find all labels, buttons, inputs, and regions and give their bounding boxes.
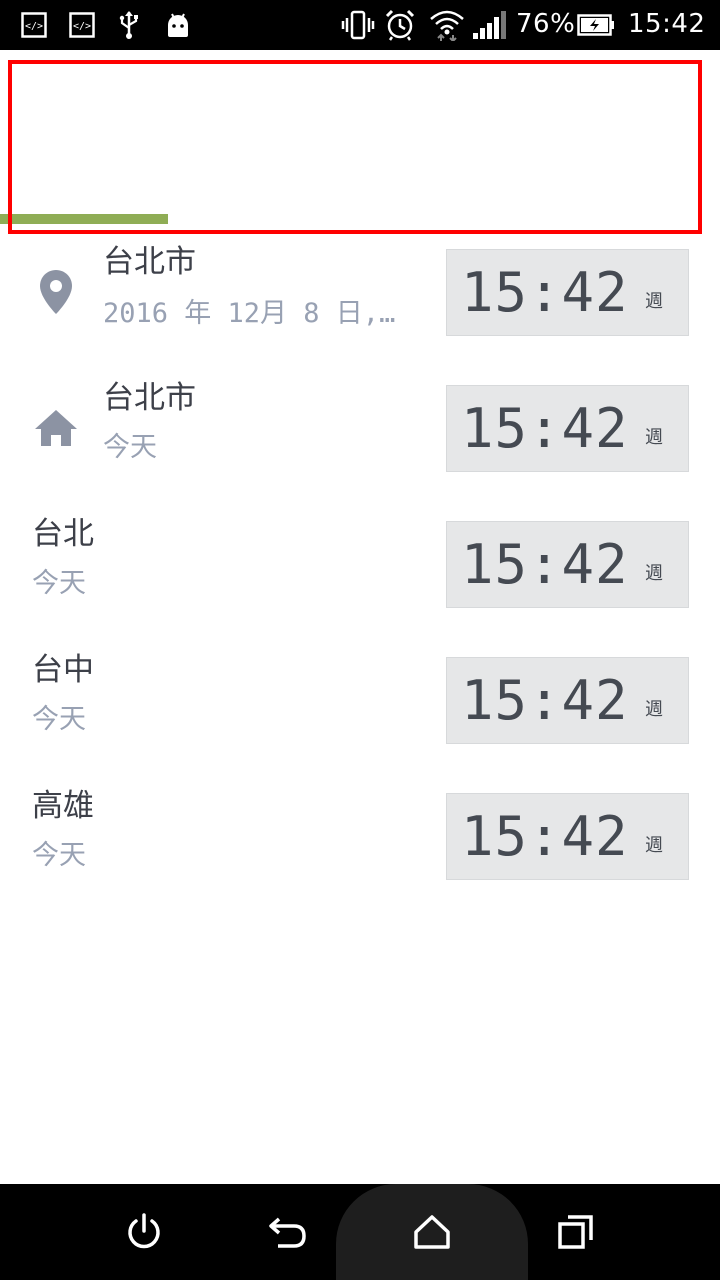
android-icon — [164, 9, 192, 41]
weekday-label: 週 — [645, 835, 663, 856]
list-item[interactable]: 台中 今天 15:42 週 — [0, 644, 720, 752]
usb-icon — [116, 9, 142, 41]
list-item[interactable]: 台北市 2016 年 12月 8 日,… 15:42 週 — [0, 236, 720, 344]
date-label: 今天 — [32, 840, 86, 871]
city-name: 台中 — [32, 652, 94, 688]
time-display: 15:42 週 — [446, 385, 689, 472]
date-label: 今天 — [32, 568, 86, 599]
power-icon[interactable] — [120, 1208, 168, 1256]
list-item[interactable]: 台北 今天 15:42 週 — [0, 508, 720, 616]
time-value: 15:42 — [461, 669, 629, 732]
location-pin-icon — [32, 268, 80, 316]
navigation-bar — [0, 1184, 720, 1280]
status-bar: </> </> 76% 15:42 — [0, 0, 720, 50]
weekday-label: 週 — [645, 427, 663, 448]
date-label: 今天 — [32, 704, 86, 735]
time-value: 15:42 — [461, 397, 629, 460]
weekday-label: 週 — [645, 699, 663, 720]
time-value: 15:42 — [461, 805, 629, 868]
city-name: 台北市 — [103, 380, 196, 416]
highlight-region — [8, 60, 702, 234]
signal-icon — [472, 9, 506, 41]
wifi-icon — [428, 9, 466, 41]
time-value: 15:42 — [461, 261, 629, 324]
time-display: 15:42 週 — [446, 793, 689, 880]
back-icon[interactable] — [264, 1208, 312, 1256]
svg-text:</>: </> — [73, 21, 91, 32]
battery-charging-icon — [576, 9, 616, 41]
date-label: 2016 年 12月 8 日,… — [103, 298, 396, 329]
city-name: 台北 — [32, 516, 94, 552]
list-item[interactable]: 台北市 今天 15:42 週 — [0, 372, 720, 480]
code-icon: </> — [68, 9, 96, 41]
date-label: 今天 — [103, 432, 157, 463]
home-icon — [32, 404, 80, 452]
home-icon[interactable] — [408, 1208, 456, 1256]
weekday-label: 週 — [645, 563, 663, 584]
time-display: 15:42 週 — [446, 657, 689, 744]
city-name: 台北市 — [103, 244, 196, 280]
time-display: 15:42 週 — [446, 249, 689, 336]
code-icon: </> — [20, 9, 48, 41]
clock: 15:42 — [628, 9, 706, 39]
time-display: 15:42 週 — [446, 521, 689, 608]
vibrate-icon — [340, 9, 376, 41]
city-name: 高雄 — [32, 788, 94, 824]
svg-text:</>: </> — [25, 21, 43, 32]
time-value: 15:42 — [461, 533, 629, 596]
alarm-icon — [383, 9, 417, 41]
list-item[interactable]: 高雄 今天 15:42 週 — [0, 780, 720, 888]
recents-icon[interactable] — [552, 1208, 600, 1256]
battery-percent: 76% — [516, 9, 576, 39]
weekday-label: 週 — [645, 291, 663, 312]
